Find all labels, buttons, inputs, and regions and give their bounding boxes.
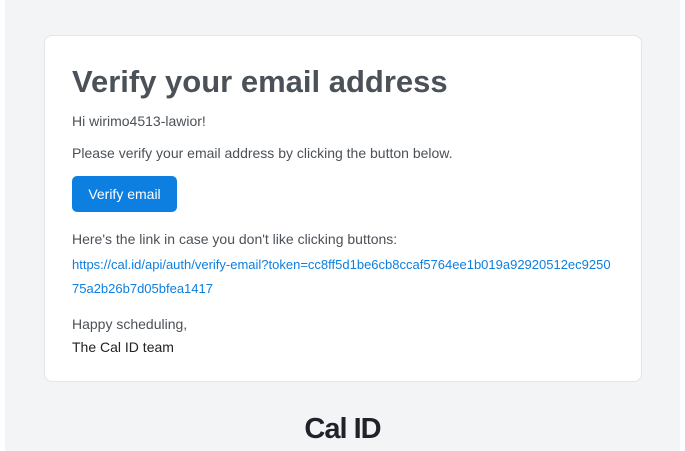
email-card: Verify your email address Hi wirimo4513-…	[44, 35, 642, 382]
verify-email-link[interactable]: https://cal.id/api/auth/verify-email?tok…	[72, 253, 612, 301]
greeting-text: Hi wirimo4513-lawior!	[72, 113, 206, 129]
signoff-text: Happy scheduling,	[72, 316, 188, 332]
email-heading: Verify your email address	[72, 64, 448, 99]
instruction-text: Please verify your email address by clic…	[72, 145, 453, 161]
verify-email-button[interactable]: Verify email	[72, 176, 177, 212]
link-intro-text: Here's the link in case you don't like c…	[72, 231, 398, 247]
cal-id-logo: Cal ID	[304, 413, 381, 445]
team-signature: The Cal ID team	[72, 339, 174, 355]
